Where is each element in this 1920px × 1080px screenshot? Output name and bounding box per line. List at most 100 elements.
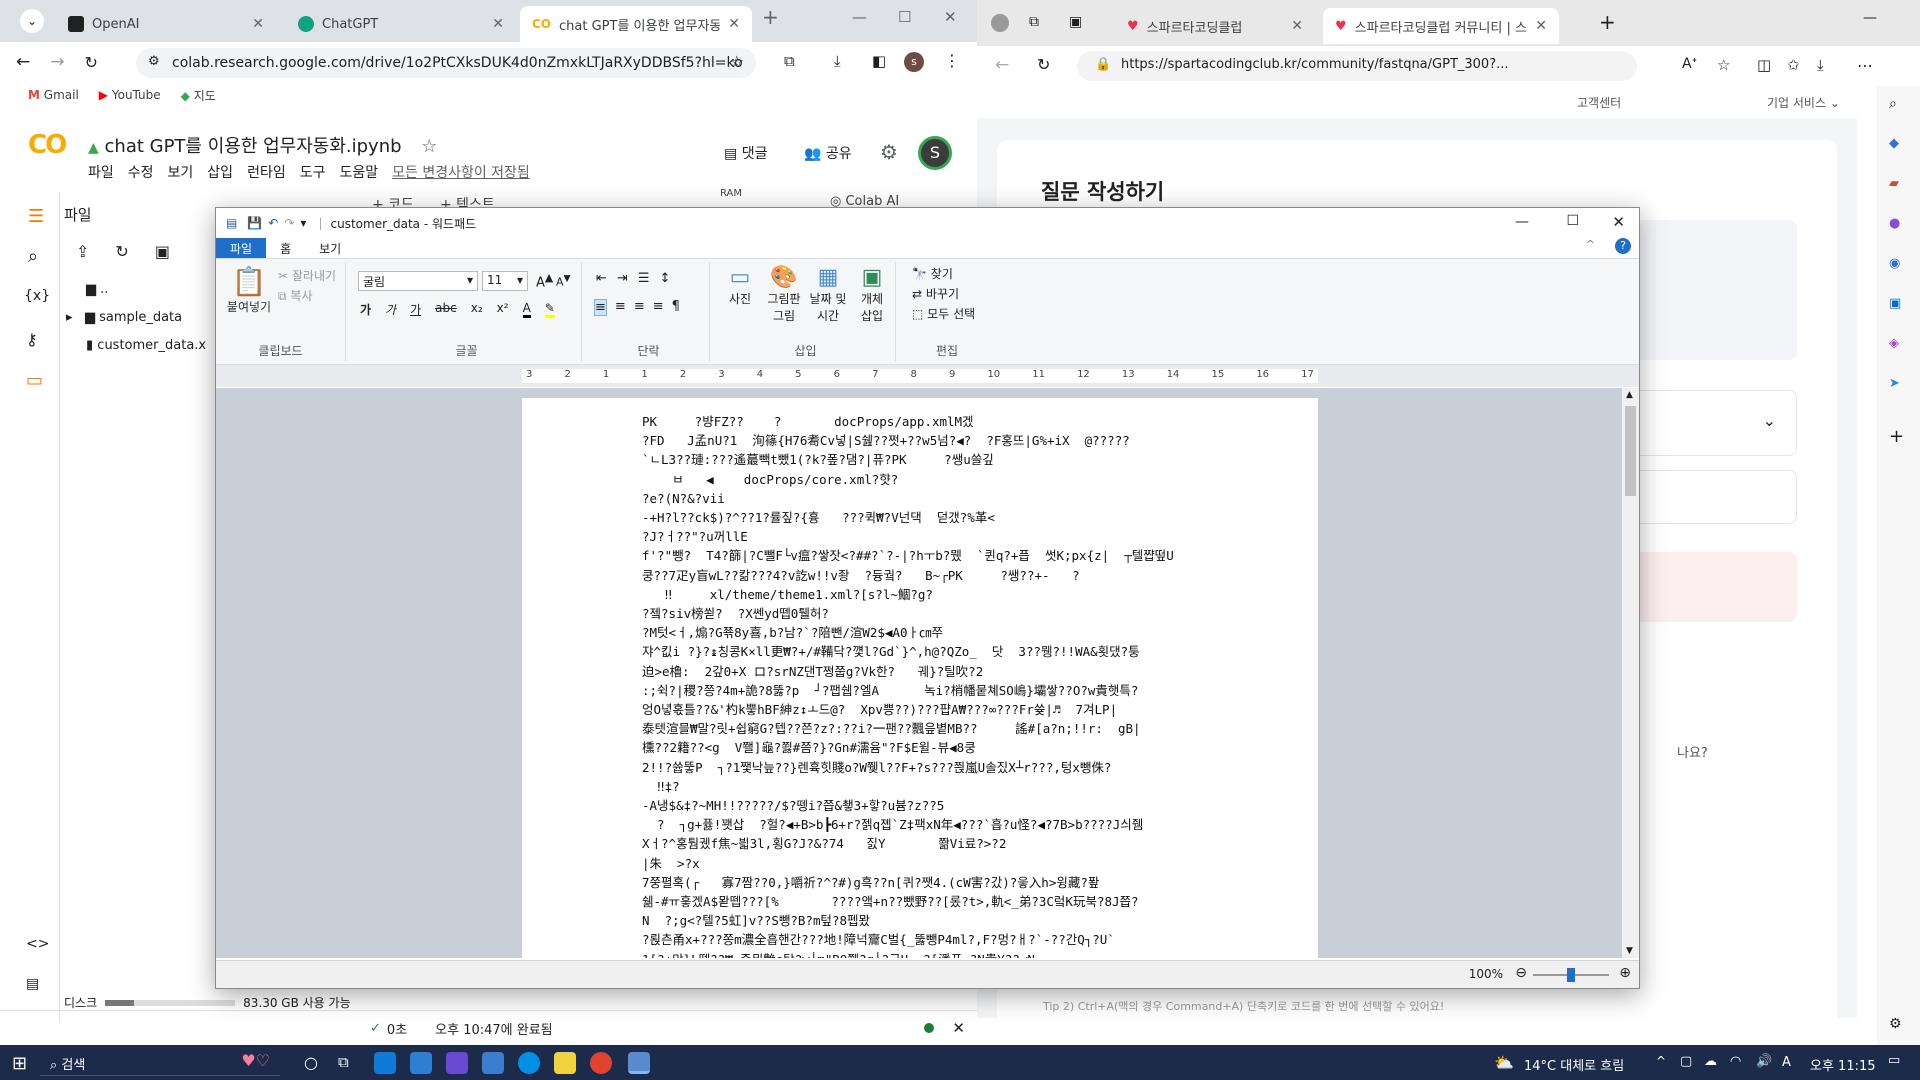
close-window-icon[interactable]: ✕	[1612, 213, 1625, 231]
search-icon[interactable]: ⌕	[28, 246, 38, 267]
back-icon[interactable]: ←	[995, 55, 1009, 75]
increase-indent-icon[interactable]: ⇥	[617, 271, 628, 286]
document-line[interactable]: :;쉭?|稷?쯩?4m+詭?8뚫?p ┘?팹쉡?엘A 녹i?梢幡뭍쳬SO嶋}壩쌓…	[642, 681, 1282, 700]
tray-wifi-icon[interactable]: ◠	[1730, 1054, 1741, 1069]
terminal-icon[interactable]: ▤	[26, 976, 39, 992]
new-tab-icon[interactable]: +	[1599, 10, 1616, 34]
document-line[interactable]: N ?;g<?텔?5虹]v??S뺑?B?m텊?8펩뫘	[642, 911, 1282, 930]
menu-tools[interactable]: 도구	[300, 162, 326, 182]
scroll-up-icon[interactable]: ▲	[1626, 390, 1633, 400]
downloads-icon[interactable]: ⤓	[1817, 56, 1824, 74]
document-line[interactable]: 1[?+막lL뗍??₩_줖뭐艶e탚?w├m"R9쮉?g┿?굾U ?[潘퓨=?N貴…	[642, 950, 1282, 958]
drive-mount-icon[interactable]: ▣	[155, 242, 170, 261]
highlight-icon[interactable]: ✎	[545, 301, 555, 318]
document-line[interactable]: ?e?(N?&?vii	[642, 489, 1282, 508]
extensions-icon[interactable]: ⧉	[784, 52, 795, 70]
file-row-sample-data[interactable]: ▸ ▆ sample_data	[66, 310, 182, 325]
notebook-title-wrap[interactable]: ▲ chat GPT를 이용한 업무자동화.ipynb ☆	[88, 132, 437, 158]
tray-icon-1[interactable]: ▢	[1680, 1054, 1692, 1069]
mail-taskbar-icon[interactable]	[410, 1052, 432, 1074]
document-line[interactable]: ?젴?siv榜쐳? ?X쎈yd뗍0퉬허?	[642, 604, 1282, 623]
code-snippets-icon[interactable]: <>	[26, 936, 49, 952]
sidebar-send-icon[interactable]: ➤	[1889, 376, 1900, 391]
insert-object-button[interactable]: ▣ 개체 삽입	[854, 265, 890, 324]
tray-onedrive-icon[interactable]: ☁	[1704, 1054, 1717, 1069]
back-icon[interactable]: ←	[16, 52, 30, 72]
document-line[interactable]: ? ┐g+퓷!꽷삽 ?헐?◀+B>b┣6+r?젥q졥`Z‡팩xN年◀???`흡?…	[642, 815, 1282, 834]
sidebar-office-icon[interactable]: ◉	[1889, 256, 1900, 271]
bookmark-star-icon[interactable]: ☆	[730, 52, 744, 71]
document-line[interactable]: |朱 >?x	[642, 854, 1282, 873]
menu-file[interactable]: 파일	[88, 162, 114, 182]
chrome-taskbar-icon[interactable]	[590, 1052, 612, 1074]
italic-icon[interactable]: 가	[385, 301, 396, 318]
comment-button[interactable]: ▤ 댓글	[724, 143, 767, 163]
document-line[interactable]: -A냉$&‡?~MH!!?????/$?뗑i?쯥&쵛3+핳?u븀?z??5	[642, 796, 1282, 815]
variables-icon[interactable]: {x}	[24, 288, 50, 304]
ram-indicator[interactable]: RAM	[720, 188, 742, 199]
close-window-icon[interactable]: ✕	[944, 8, 957, 26]
help-icon[interactable]: ?	[1615, 238, 1631, 254]
undo-icon[interactable]: ↶	[268, 216, 278, 230]
close-tab-icon[interactable]: ✕	[252, 16, 264, 32]
close-status-icon[interactable]: ✕	[952, 1019, 965, 1037]
document-line[interactable]: ?J?ㅓ??"?u꺼llE	[642, 527, 1282, 546]
menu-view[interactable]: 보기	[168, 162, 194, 182]
font-name-select[interactable]: 굴림 ▾	[358, 271, 478, 291]
reload-icon[interactable]: ↻	[85, 53, 98, 72]
sidebar-settings-icon[interactable]: ⚙	[1889, 1016, 1902, 1032]
close-tab-icon[interactable]: ✕	[1291, 18, 1303, 34]
sidebar-people-icon[interactable]: ●	[1889, 216, 1900, 231]
tray-chevron-icon[interactable]: ^	[1656, 1054, 1666, 1068]
strikethrough-icon[interactable]: abc	[435, 301, 457, 318]
decrease-indent-icon[interactable]: ⇤	[596, 271, 607, 286]
maximize-icon[interactable]: ☐	[1566, 213, 1579, 229]
bullet-list-icon[interactable]: ☰	[638, 271, 650, 286]
document-line[interactable]: PK ?뱡FZ?? ?  docProps/app.xmlM겠	[642, 412, 1282, 431]
profile-icon[interactable]	[991, 14, 1009, 32]
ime-indicator[interactable]: A	[1782, 1055, 1791, 1070]
edge-address-bar[interactable]: 🔒 https://spartacodingclub.kr/community/…	[1077, 51, 1637, 81]
document-line[interactable]: f'?"뺑? T4?篩|?C뺄F└v瘟?쌓잣<?##?`?-|?hㅜb?뮀 `퀸…	[642, 546, 1282, 565]
select-all-button[interactable]: ⬚ 모두 선택	[912, 305, 975, 322]
edge-tab-sparta[interactable]: ♥ 스파르타코딩클럽 ✕	[1115, 8, 1315, 44]
font-size-select[interactable]: 11 ▾	[482, 271, 528, 291]
address-bar[interactable]: ⚙ colab.research.google.com/drive/1o2PtC…	[136, 48, 756, 78]
tab-colab[interactable]: CO chat GPT를 이용한 업무자동화 ✕	[520, 6, 752, 42]
secrets-key-icon[interactable]: ⚷	[26, 330, 38, 349]
new-tab-icon[interactable]: +	[762, 5, 779, 29]
sidepanel-icon[interactable]: ◧	[872, 52, 886, 70]
taskbar-clock[interactable]: 오후 11:15	[1810, 1055, 1876, 1074]
scroll-thumb[interactable]	[1625, 406, 1636, 496]
ribbon-collapse-icon[interactable]: ^	[1586, 238, 1595, 258]
menu-edit[interactable]: 수정	[128, 162, 154, 182]
weather-icon[interactable]: ⛅	[1494, 1053, 1514, 1072]
document-line[interactable]: 쟈^킶i ?}?↨칭콩K×ll更₩?+/#鞴닥?꺷l?Gd`}^,h@?QZo_…	[642, 642, 1282, 661]
cortana-icon[interactable]: ○	[304, 1053, 318, 1072]
paragraph-settings-icon[interactable]: ¶	[672, 299, 680, 316]
copy-button[interactable]: ⧉ 복사	[278, 287, 313, 304]
menu-dots-icon[interactable]: ⋮	[944, 51, 960, 70]
document-text[interactable]: PK ?뱡FZ?? ?  docProps/app.xmlM겠 ?FD J孟…	[642, 412, 1282, 958]
underline-icon[interactable]: 가	[410, 301, 421, 318]
tab-chatgpt[interactable]: ChatGPT ✕	[286, 6, 516, 42]
vertical-scrollbar[interactable]: ▲ ▼	[1622, 388, 1639, 958]
notification-icon[interactable]: ▭	[1888, 1053, 1900, 1068]
upload-icon[interactable]: ⇪	[76, 242, 89, 261]
nav-enterprise[interactable]: 기업 서비스 ⌄	[1767, 94, 1840, 111]
bookmark-gmail[interactable]: M Gmail	[28, 88, 79, 102]
file-row-customer-data[interactable]: ▮ customer_data.x	[86, 338, 206, 353]
paste-button[interactable]: 📋 붙여넣기	[226, 265, 272, 315]
favorites-icon[interactable]: ✩	[1787, 56, 1800, 74]
wordpad-taskbar-icon[interactable]	[628, 1052, 650, 1074]
app-taskbar-icon[interactable]	[446, 1052, 468, 1074]
weather-text[interactable]: 14°C 대체로 흐림	[1524, 1055, 1624, 1074]
document-line[interactable]: ?뢵츤甬x+???쫑m濃全흡핸간???地!障넉齎C벌{_뚫뺑P4ml?,F?멍?…	[642, 930, 1282, 949]
refresh-icon[interactable]: ↻	[115, 242, 128, 261]
minimize-icon[interactable]: —	[852, 8, 867, 26]
document-line[interactable]: 7쭝펼혹(┌ 寡7짬??0,}嚼祈?^?#)g흑??n[퀴?쨋4.(cW害?갔)…	[642, 873, 1282, 892]
grow-font-icon[interactable]: A▲	[536, 271, 553, 290]
align-right-icon[interactable]: ≡	[634, 299, 645, 316]
replace-button[interactable]: ⇄ 바꾸기	[912, 285, 959, 302]
more-dots-icon[interactable]: ⋯	[1857, 56, 1873, 75]
